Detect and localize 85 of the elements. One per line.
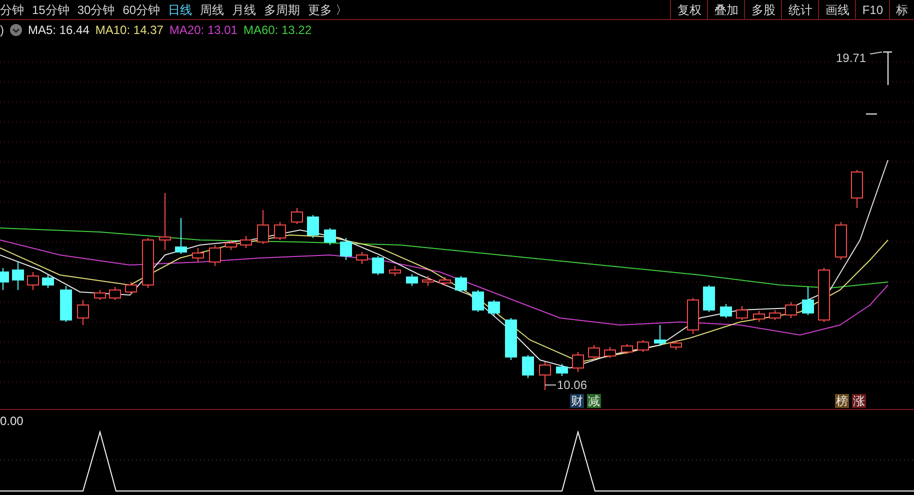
candlestick [637, 340, 649, 352]
candlestick [340, 238, 352, 260]
candlestick [175, 218, 187, 254]
candlestick [422, 276, 434, 286]
legend-prefix: ) [0, 22, 4, 39]
candlestick [142, 238, 154, 288]
candlestick [257, 210, 269, 244]
period-tab[interactable]: 周线 [200, 0, 224, 18]
candlestick [109, 286, 121, 300]
moving-average-value: MA60: 13.22 [243, 22, 312, 39]
candlestick [406, 274, 418, 286]
high-price-label: 19.71 [836, 50, 866, 67]
candlestick [125, 282, 137, 294]
toolbar-button[interactable]: 复权 [670, 0, 708, 19]
period-tab[interactable]: 分钟 [0, 0, 24, 18]
candlestick [488, 300, 500, 316]
candlestick [60, 286, 72, 322]
candlestick [472, 290, 484, 312]
candlestick [42, 274, 54, 288]
candlestick [670, 340, 682, 350]
candlestick [94, 290, 106, 300]
candlestick [240, 236, 252, 248]
candlestick [785, 302, 797, 318]
leader-line [544, 384, 556, 386]
candlestick [0, 268, 9, 290]
candlestick [621, 344, 633, 354]
candlestick [687, 298, 699, 334]
event-badge[interactable]: 减 [587, 394, 601, 408]
candlestick [835, 222, 847, 260]
period-tab[interactable]: 月线 [232, 0, 256, 18]
period-tab[interactable]: 日线 [168, 0, 192, 18]
moving-average-value: MA20: 13.01 [169, 22, 238, 39]
candlestick [324, 228, 336, 246]
toolbar-button[interactable]: 统计 [781, 0, 818, 19]
candlestick [802, 286, 814, 316]
moving-average-value: MA10: 14.37 [95, 22, 164, 39]
candlestick [209, 244, 221, 266]
candlestick [720, 304, 732, 318]
candlestick [389, 266, 401, 276]
candlestick [753, 310, 765, 322]
candlestick [588, 344, 600, 360]
toolbar-button[interactable]: 标 [889, 0, 914, 19]
candlestick [77, 300, 89, 326]
candlestick [439, 276, 451, 286]
candlestick [159, 192, 171, 250]
candlestick [372, 256, 384, 276]
candlestick [225, 240, 237, 250]
candlestick [572, 352, 584, 372]
toolbar-button[interactable]: 叠加 [707, 0, 744, 19]
candlestick [522, 354, 534, 378]
dropdown-icon[interactable] [10, 24, 22, 36]
period-tab[interactable]: 多周期 [264, 0, 300, 18]
toolbar-button[interactable]: F10 [855, 0, 889, 19]
period-tab[interactable]: 30分钟 [77, 0, 115, 18]
period-tab[interactable]: 15分钟 [32, 0, 70, 18]
toolbar-button[interactable]: 多股 [744, 0, 782, 19]
candlestick [769, 310, 781, 320]
candlestick [736, 306, 748, 320]
candlestick [654, 324, 666, 346]
period-tab[interactable]: 更多 〉 [308, 0, 348, 18]
candlestick [27, 272, 39, 290]
candlestick [291, 208, 303, 224]
latest-candle-mark [882, 52, 892, 86]
candlestick [703, 284, 715, 312]
candlestick [274, 222, 286, 240]
candlestick [851, 170, 863, 208]
candlestick [12, 262, 24, 290]
candlestick [356, 252, 368, 264]
low-price-label: 10.06 [557, 377, 588, 394]
event-badge[interactable]: 涨 [852, 394, 866, 408]
candlestick [455, 276, 467, 292]
candlestick [307, 214, 319, 238]
period-tab[interactable]: 60分钟 [122, 0, 160, 18]
indicator-value: 0.00 [0, 413, 24, 430]
toolbar-button[interactable]: 画线 [818, 0, 856, 19]
candlestick [604, 346, 616, 358]
candlestick [556, 364, 568, 376]
candlestick [539, 362, 551, 390]
moving-average-value: MA5: 16.44 [28, 22, 90, 39]
event-badge[interactable]: 财 [570, 394, 584, 408]
candlestick [192, 248, 204, 262]
leader-line [870, 52, 882, 54]
candlestick [818, 268, 830, 322]
event-badge[interactable]: 榜 [835, 394, 849, 408]
candlestick [505, 318, 517, 360]
